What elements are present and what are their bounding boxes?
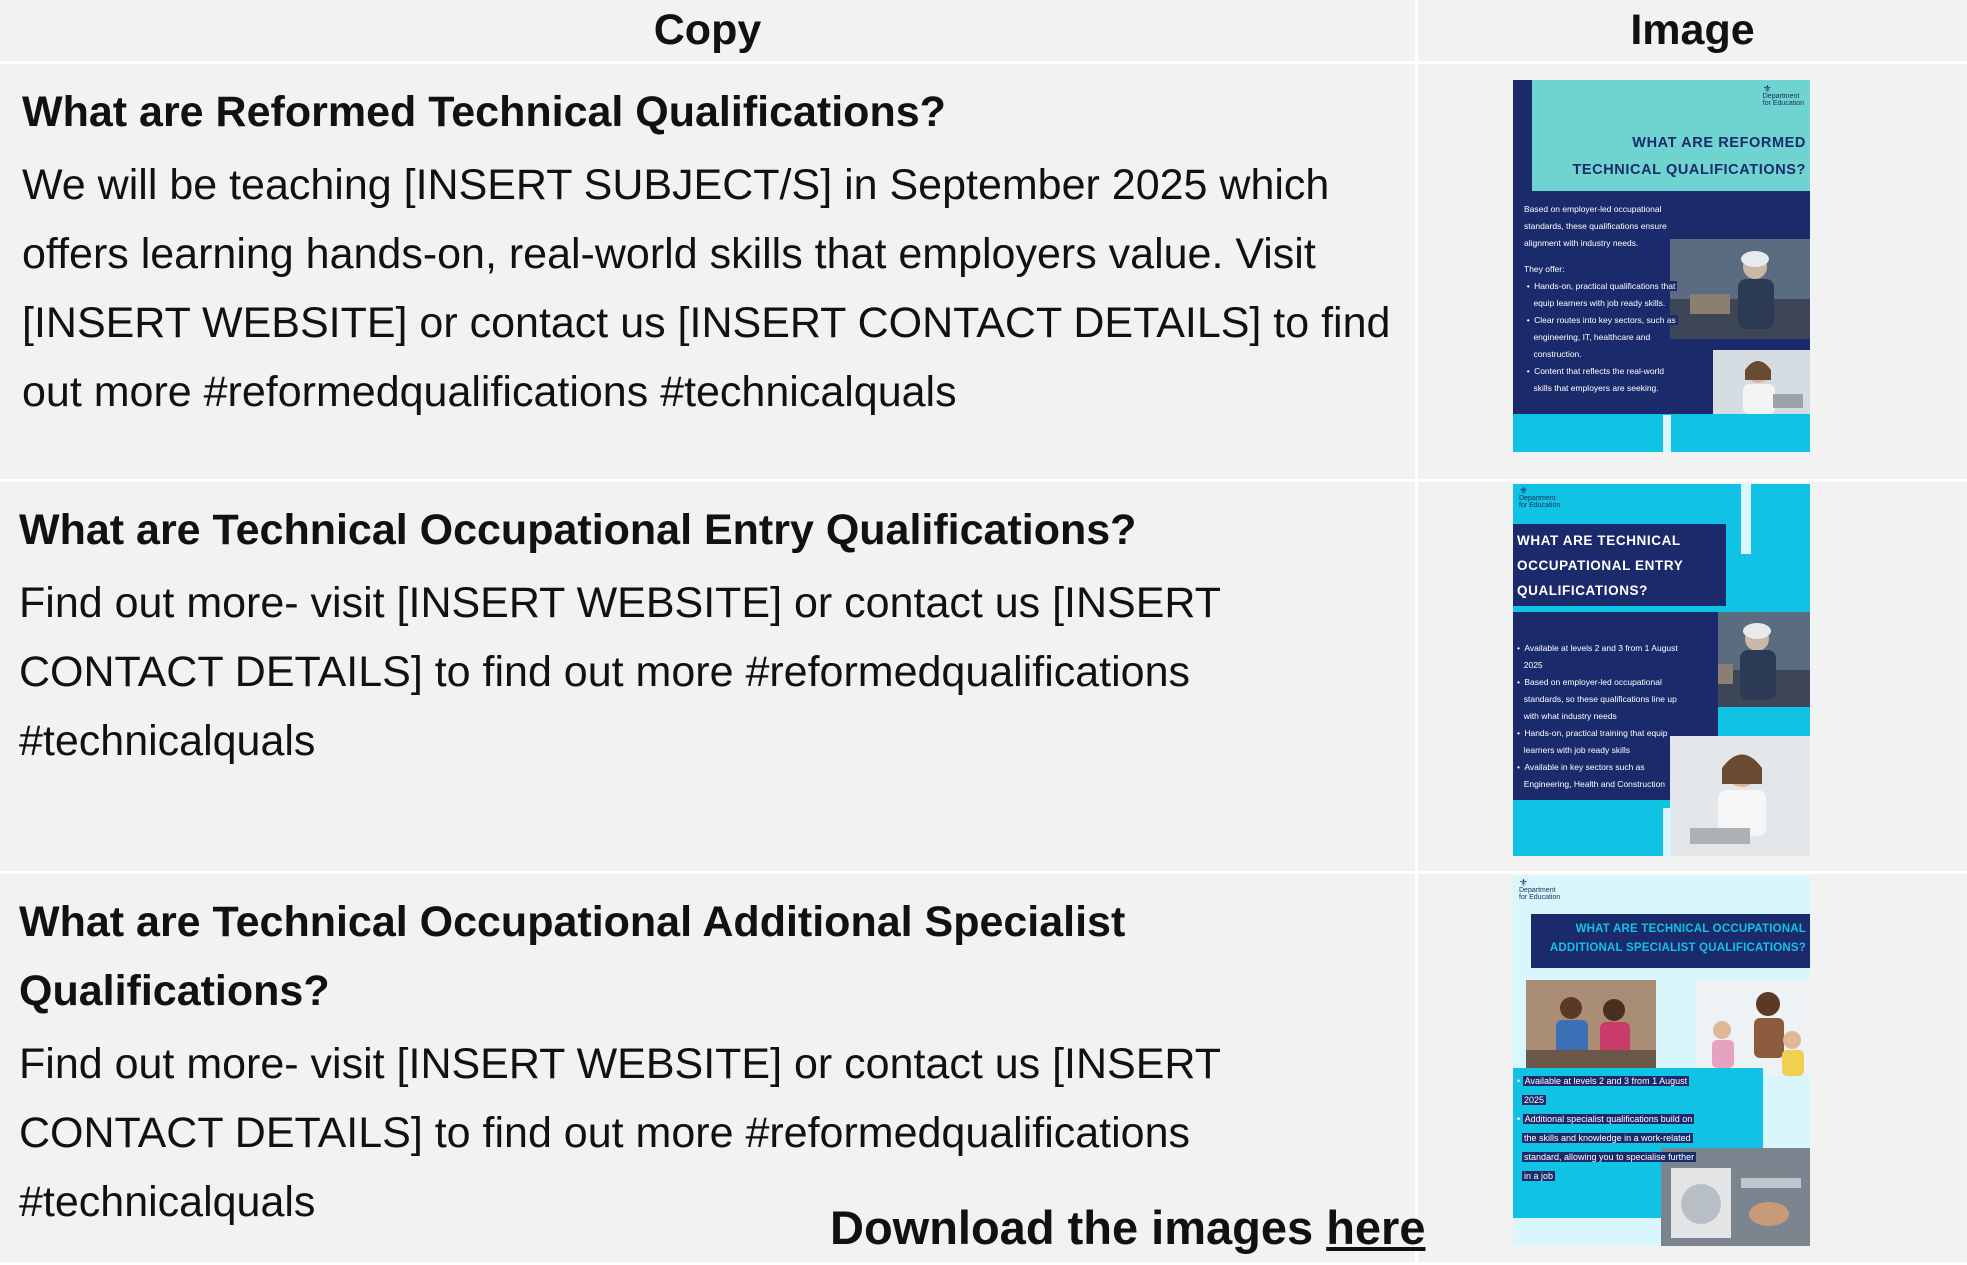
crest-icon: ⚜ bbox=[1762, 84, 1772, 95]
poster-title: WHAT ARE REFORMED TECHNICAL QUALIFICATIO… bbox=[1572, 130, 1806, 184]
org-name-2: for Education bbox=[1519, 894, 1561, 901]
bullet-line: equip learners with job ready skills. bbox=[1531, 298, 1668, 308]
bullet-line: Additional specialist qualifications bui… bbox=[1522, 1114, 1695, 1124]
org-name: Department bbox=[1519, 887, 1556, 894]
image-cell-entry: ⚜ Department for Education WHAT ARE TECH… bbox=[1418, 482, 1967, 874]
student-photo bbox=[1713, 350, 1810, 414]
bullet-line: standard, allowing you to specialise fur… bbox=[1522, 1152, 1697, 1162]
poster-bullet-list: • Available at levels 2 and 3 from 1 Aug… bbox=[1517, 1076, 1697, 1181]
org-name: Department bbox=[1519, 495, 1556, 502]
poster-title-3: QUALIFICATIONS? bbox=[1517, 583, 1648, 598]
poster-left-stripe bbox=[1513, 415, 1663, 452]
poster-title-1: WHAT ARE REFORMED bbox=[1632, 135, 1806, 151]
org-name-2: for Education bbox=[1519, 502, 1561, 509]
org-name: Department bbox=[1762, 93, 1800, 100]
bullet-line: Hands-on, practical training that equip bbox=[1522, 728, 1670, 738]
bullet-line: Engineering, Health and Construction bbox=[1521, 779, 1668, 789]
poster-right-stripe bbox=[1671, 415, 1810, 452]
bullet-line: Available in key sectors such as bbox=[1522, 762, 1647, 772]
image-cell-specialist: ⚜ Department for Education WHAT ARE TECH… bbox=[1418, 874, 1967, 1265]
poster-title-2: ADDITIONAL SPECIALIST QUALIFICATIONS? bbox=[1549, 942, 1806, 954]
intro-line: Based on employer-led occupational bbox=[1522, 204, 1664, 214]
download-footer: Download the images here bbox=[830, 1200, 1425, 1255]
poster-divider bbox=[1663, 415, 1671, 452]
poster-intro: Based on employer-led occupational stand… bbox=[1522, 201, 1669, 252]
bullet-line: Clear routes into key sectors, such as bbox=[1532, 315, 1678, 325]
bullet-line: 2025 bbox=[1522, 1095, 1547, 1105]
bullet-line: standards, so these qualifications line … bbox=[1521, 694, 1679, 704]
image-cell-reformed: ⚜ Department for Education WHAT ARE REFO… bbox=[1418, 64, 1967, 482]
poster-bullet-list: • Available at levels 2 and 3 from 1 Aug… bbox=[1517, 643, 1680, 789]
download-link[interactable]: here bbox=[1326, 1201, 1425, 1254]
care-photo bbox=[1526, 980, 1656, 1068]
copy-cell-reformed: What are Reformed Technical Qualificatio… bbox=[0, 64, 1418, 482]
bullet-line: Based on employer-led occupational bbox=[1522, 677, 1664, 687]
poster-title-1: WHAT ARE TECHNICAL OCCUPATIONAL bbox=[1575, 923, 1806, 935]
engineer-photo bbox=[1670, 239, 1810, 339]
row-body: We will be teaching [INSERT SUBJECT/S] i… bbox=[22, 161, 1391, 416]
bullet-line: 2025 bbox=[1521, 660, 1545, 670]
crest-logo: ⚜ Department for Education bbox=[1519, 878, 1561, 902]
bullet-line: with what industry needs bbox=[1521, 711, 1619, 721]
bullet-line: skills that employers are seeking. bbox=[1531, 383, 1661, 393]
bullet-line: in a job bbox=[1522, 1171, 1556, 1181]
content-table: Copy Image What are Reformed Technical Q… bbox=[0, 0, 1967, 1265]
poster-bottom-accent bbox=[1663, 808, 1671, 856]
org-name-2: for Education bbox=[1762, 100, 1804, 107]
poster-entry[interactable]: ⚜ Department for Education WHAT ARE TECH… bbox=[1513, 484, 1810, 856]
bullet-line: Content that reflects the real-world bbox=[1532, 366, 1666, 376]
crest-icon: ⚜ bbox=[1519, 878, 1528, 889]
poster-title-2: OCCUPATIONAL ENTRY bbox=[1517, 558, 1684, 573]
bullet-line: learners with job ready skills bbox=[1521, 745, 1633, 755]
poster-reformed[interactable]: ⚜ Department for Education WHAT ARE REFO… bbox=[1513, 80, 1810, 452]
row-title: What are Technical Occupational Addition… bbox=[19, 898, 1126, 1015]
student-photo bbox=[1670, 736, 1810, 856]
poster-accent-bar bbox=[1741, 484, 1751, 554]
poster-title-1: WHAT ARE TECHNICAL bbox=[1517, 533, 1681, 548]
copy-cell-entry: What are Technical Occupational Entry Qu… bbox=[0, 482, 1418, 874]
intro-line: standards, these qualifications ensure bbox=[1522, 221, 1669, 231]
bullet-line: engineering, IT, healthcare and bbox=[1531, 332, 1653, 342]
bullet-line: Available at levels 2 and 3 from 1 Augus… bbox=[1522, 643, 1680, 653]
crest-logo: ⚜ Department for Education bbox=[1519, 486, 1561, 510]
download-text: Download the images bbox=[830, 1201, 1327, 1254]
intro-line: alignment with industry needs. bbox=[1522, 238, 1641, 248]
row-title: What are Reformed Technical Qualificatio… bbox=[22, 88, 946, 136]
classroom-photo bbox=[1696, 980, 1810, 1076]
row-body: Find out more- visit [INSERT WEBSITE] or… bbox=[19, 579, 1221, 765]
bullet-line: Hands-on, practical qualifications that bbox=[1532, 281, 1678, 291]
poster-title: WHAT ARE TECHNICAL OCCUPATIONAL ENTRY QU… bbox=[1517, 528, 1683, 603]
poster-title: WHAT ARE TECHNICAL OCCUPATIONAL ADDITION… bbox=[1550, 920, 1806, 958]
row-title: What are Technical Occupational Entry Qu… bbox=[19, 506, 1137, 554]
crest-logo: ⚜ Department for Education bbox=[1762, 84, 1804, 108]
crest-icon: ⚜ bbox=[1519, 486, 1528, 497]
bullet-line: the skills and knowledge in a work-relat… bbox=[1522, 1133, 1693, 1143]
bullet-line: construction. bbox=[1531, 349, 1584, 359]
header-image: Image bbox=[1418, 0, 1967, 64]
poster-specialist[interactable]: ⚜ Department for Education WHAT ARE TECH… bbox=[1513, 876, 1810, 1246]
poster-offer-list: They offer: • Hands-on, practical qualif… bbox=[1522, 264, 1678, 393]
poster-title-2: TECHNICAL QUALIFICATIONS? bbox=[1572, 162, 1806, 178]
offer-label: They offer: bbox=[1522, 264, 1567, 274]
bullet-line: Available at levels 2 and 3 from 1 Augus… bbox=[1522, 1076, 1690, 1086]
header-copy: Copy bbox=[0, 0, 1418, 64]
